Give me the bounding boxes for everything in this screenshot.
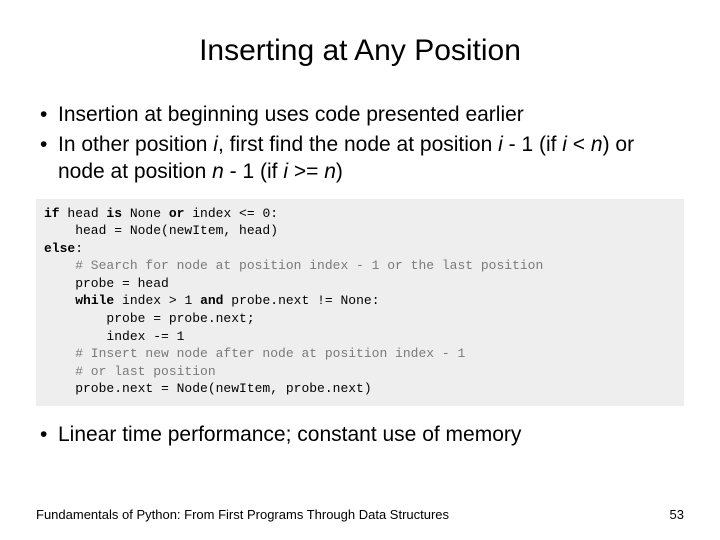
bullet-2-part-a: In other position — [58, 133, 213, 156]
code-block: if head is None or index <= 0: head = No… — [36, 199, 684, 406]
slide: Inserting at Any Position Insertion at b… — [0, 0, 720, 540]
code-l1f: index <= 0: — [184, 206, 278, 221]
kw-else: else — [44, 241, 75, 256]
code-l7: probe = probe.next; — [44, 311, 255, 326]
footer: Fundamentals of Python: From First Progr… — [36, 507, 684, 522]
kw-if: if — [44, 206, 60, 221]
slide-title: Inserting at Any Position — [36, 34, 684, 68]
code-l1d: None — [122, 206, 169, 221]
var-n-1: n — [591, 133, 603, 156]
bullet-2-part-g: >= — [288, 160, 324, 183]
code-l6a — [44, 293, 75, 308]
bullet-2-part-c: - 1 (if — [503, 133, 563, 156]
kw-is: is — [106, 206, 122, 221]
var-n-3: n — [324, 160, 336, 183]
bullet-1-text: Insertion at beginning uses code present… — [58, 103, 524, 126]
kw-and: and — [200, 293, 223, 308]
footer-page: 53 — [670, 507, 684, 522]
code-l3b: : — [75, 241, 83, 256]
bullet-3: Linear time performance; constant use of… — [36, 422, 684, 448]
bullet-2-part-b: , first find the node at position — [218, 133, 498, 156]
footer-book: Fundamentals of Python: From First Progr… — [36, 507, 449, 522]
kw-while: while — [75, 293, 114, 308]
bullet-list: Insertion at beginning uses code present… — [36, 102, 684, 185]
var-n-2: n — [212, 160, 224, 183]
bullet-2-part-h: ) — [336, 160, 343, 183]
code-l5: probe = head — [44, 276, 169, 291]
code-l6e: probe.next != None: — [223, 293, 379, 308]
code-l9: # Insert new node after node at position… — [44, 346, 465, 361]
code-l1b: head — [60, 206, 107, 221]
code-l8: index -= 1 — [44, 329, 184, 344]
bullet-2-part-d: < — [567, 133, 591, 156]
code-l10: # or last position — [44, 364, 216, 379]
bullet-3-text: Linear time performance; constant use of… — [58, 423, 521, 446]
kw-or: or — [169, 206, 185, 221]
bullet-2-part-f: - 1 (if — [224, 160, 284, 183]
code-l4: # Search for node at position index - 1 … — [44, 258, 543, 273]
code-l11: probe.next = Node(newItem, probe.next) — [44, 381, 372, 396]
bullet-list-2: Linear time performance; constant use of… — [36, 422, 684, 448]
code-l2: head = Node(newItem, head) — [44, 223, 278, 238]
code-l6c: index > 1 — [114, 293, 200, 308]
bullet-2: In other position i, first find the node… — [36, 132, 684, 185]
bullet-1: Insertion at beginning uses code present… — [36, 102, 684, 128]
